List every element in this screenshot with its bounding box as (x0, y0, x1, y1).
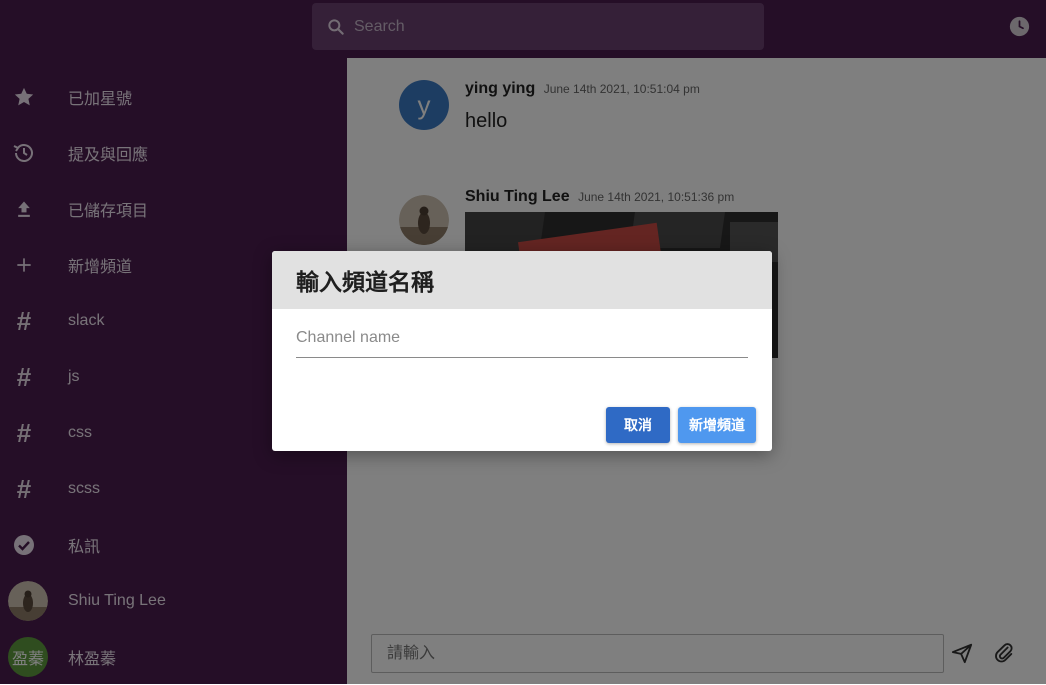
channel-name-field[interactable] (296, 329, 748, 358)
add-channel-button[interactable]: 新增頻道 (678, 407, 756, 443)
cancel-button[interactable]: 取消 (606, 407, 670, 443)
add-channel-dialog: 輸入頻道名稱 取消 新增頻道 (272, 251, 772, 451)
channel-name-input[interactable] (296, 329, 748, 347)
dialog-title: 輸入頻道名稱 (296, 269, 434, 295)
dialog-header: 輸入頻道名稱 (272, 251, 772, 309)
